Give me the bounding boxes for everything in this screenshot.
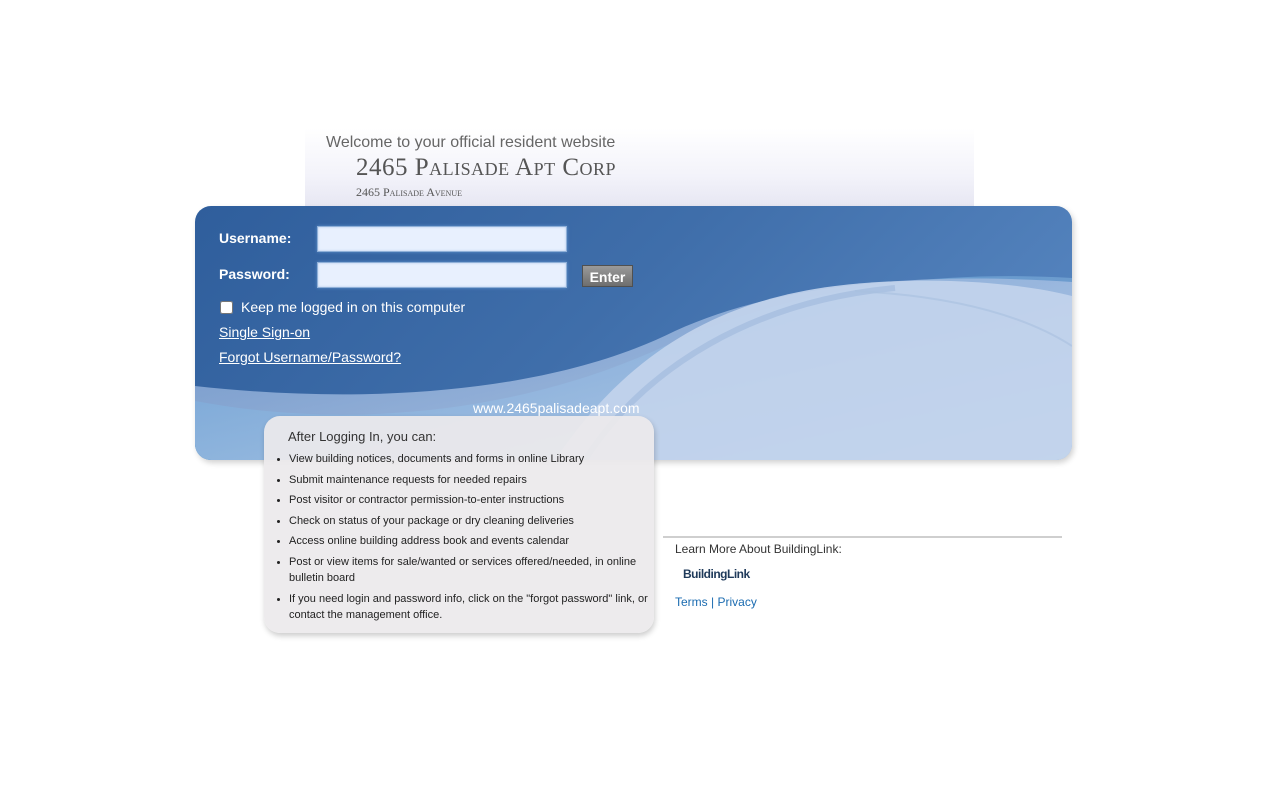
divider <box>663 536 1062 538</box>
feature-item: View building notices, documents and for… <box>289 451 648 467</box>
website-url: www.2465palisadeapt.com <box>473 400 640 416</box>
feature-list: View building notices, documents and for… <box>264 451 654 627</box>
building-name: 2465 Palisade Apt Corp <box>356 154 617 181</box>
privacy-link[interactable]: Privacy <box>717 595 756 609</box>
feature-item: Submit maintenance requests for needed r… <box>289 472 648 488</box>
username-label: Username: <box>219 230 292 246</box>
feature-item: Access online building address book and … <box>289 533 648 549</box>
feature-item: If you need login and password info, cli… <box>289 591 648 623</box>
learn-more-text: Learn More About BuildingLink: <box>675 542 842 556</box>
username-input[interactable] <box>317 226 567 252</box>
after-login-info-box: After Logging In, you can: View building… <box>264 416 654 633</box>
single-sign-on-link[interactable]: Single Sign-on <box>219 324 310 340</box>
feature-item: Post or view items for sale/wanted or se… <box>289 554 648 586</box>
password-input[interactable] <box>317 262 567 288</box>
site-header: Welcome to your official resident websit… <box>305 128 974 208</box>
feature-item: Check on status of your package or dry c… <box>289 513 648 529</box>
welcome-text: Welcome to your official resident websit… <box>326 134 616 151</box>
keep-logged-in-checkbox[interactable] <box>220 300 233 314</box>
terms-link[interactable]: Terms <box>675 595 708 609</box>
keep-logged-in-row: Keep me logged in on this computer <box>219 299 465 315</box>
keep-logged-in-label[interactable]: Keep me logged in on this computer <box>241 299 465 315</box>
building-address: 2465 Palisade Avenue <box>356 185 463 199</box>
enter-button[interactable]: Enter <box>582 265 633 287</box>
forgot-credentials-link[interactable]: Forgot Username/Password? <box>219 349 401 365</box>
footer-links: Terms | Privacy <box>675 595 757 609</box>
buildinglink-logo[interactable]: BuildingLink <box>683 567 750 581</box>
link-separator: | <box>711 595 715 609</box>
password-label: Password: <box>219 266 290 282</box>
info-title: After Logging In, you can: <box>288 429 437 444</box>
feature-item: Post visitor or contractor permission-to… <box>289 492 648 508</box>
login-page: Welcome to your official resident websit… <box>0 0 1280 800</box>
